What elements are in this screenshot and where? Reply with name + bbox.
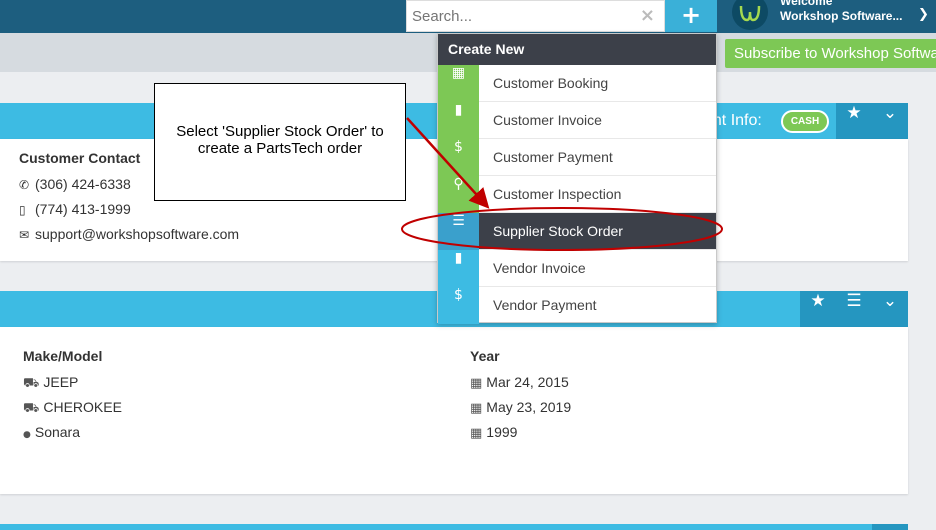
highlight-ellipse xyxy=(401,207,723,251)
annotation-overlay xyxy=(401,117,723,251)
annotation-arrow xyxy=(406,117,490,209)
